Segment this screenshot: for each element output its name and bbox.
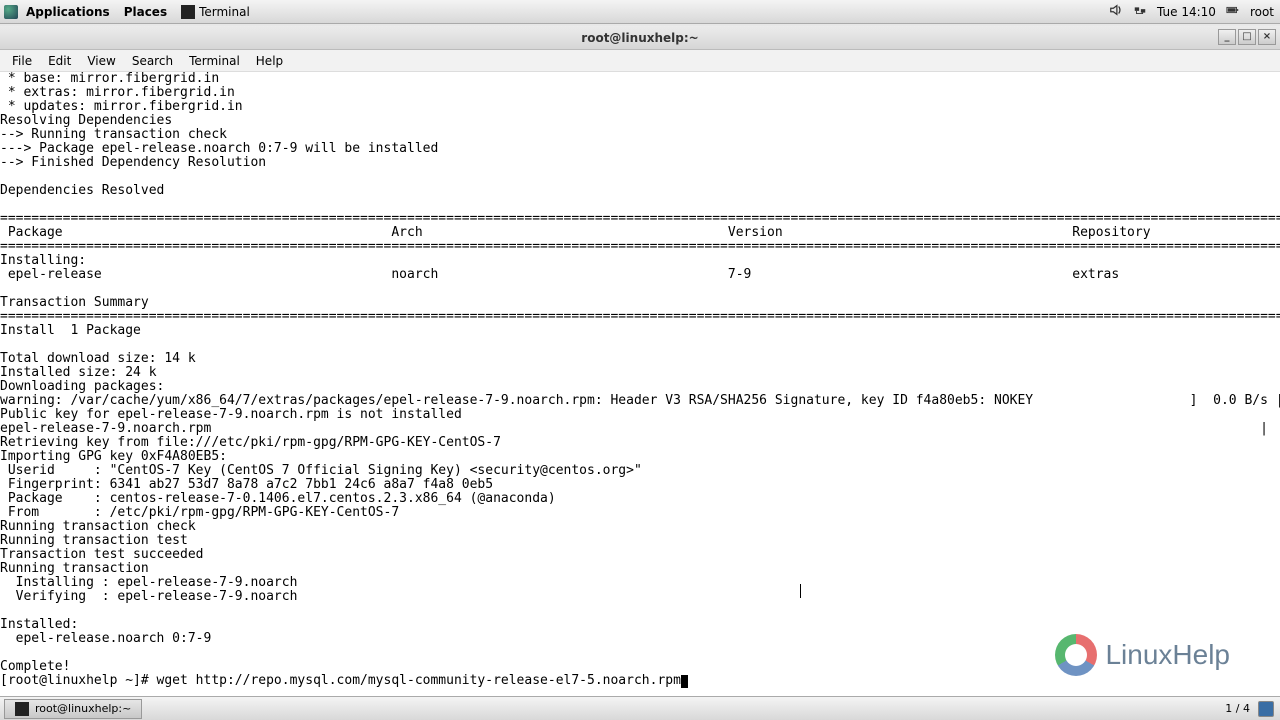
menu-search[interactable]: Search — [124, 52, 181, 70]
battery-icon[interactable] — [1226, 3, 1240, 20]
linuxhelp-logo-icon — [1055, 634, 1097, 676]
workspace-indicator[interactable]: 1 / 4 — [1225, 702, 1250, 715]
close-button[interactable]: × — [1258, 29, 1276, 45]
menu-view[interactable]: View — [79, 52, 123, 70]
gnome-logo-icon — [4, 5, 18, 19]
active-app-indicator[interactable]: Terminal — [175, 5, 256, 19]
terminal-output[interactable]: * base: mirror.fibergrid.in * extras: mi… — [0, 72, 1280, 696]
active-app-label: Terminal — [199, 5, 250, 19]
clock[interactable]: Tue 14:10 — [1157, 5, 1216, 19]
cursor-icon — [681, 675, 688, 688]
menu-terminal[interactable]: Terminal — [181, 52, 248, 70]
places-menu[interactable]: Places — [118, 3, 173, 21]
window-title: root@linuxhelp:~ — [581, 31, 698, 45]
terminal-text: * base: mirror.fibergrid.in * extras: mi… — [0, 72, 1280, 688]
watermark-text: LinuxHelp — [1105, 639, 1230, 671]
text-caret-icon — [800, 584, 801, 598]
menu-help[interactable]: Help — [248, 52, 291, 70]
terminal-icon — [181, 5, 195, 19]
bottom-panel: root@linuxhelp:~ 1 / 4 — [0, 696, 1280, 720]
top-panel: Applications Places Terminal Tue 14:10 r… — [0, 0, 1280, 24]
user-menu[interactable]: root — [1250, 5, 1274, 19]
terminal-window: root@linuxhelp:~ _ □ × File Edit View Se… — [0, 26, 1280, 696]
terminal-icon — [15, 702, 29, 716]
taskbar-terminal[interactable]: root@linuxhelp:~ — [4, 699, 142, 719]
titlebar[interactable]: root@linuxhelp:~ _ □ × — [0, 26, 1280, 50]
network-icon[interactable] — [1133, 3, 1147, 20]
maximize-button[interactable]: □ — [1238, 29, 1256, 45]
volume-icon[interactable] — [1109, 3, 1123, 20]
menu-edit[interactable]: Edit — [40, 52, 79, 70]
menu-file[interactable]: File — [4, 52, 40, 70]
linuxhelp-watermark: LinuxHelp — [1055, 634, 1230, 676]
menubar: File Edit View Search Terminal Help — [0, 50, 1280, 72]
minimize-button[interactable]: _ — [1218, 29, 1236, 45]
show-desktop-icon[interactable] — [1258, 701, 1274, 717]
applications-menu[interactable]: Applications — [20, 3, 116, 21]
taskbar-label: root@linuxhelp:~ — [35, 702, 131, 715]
